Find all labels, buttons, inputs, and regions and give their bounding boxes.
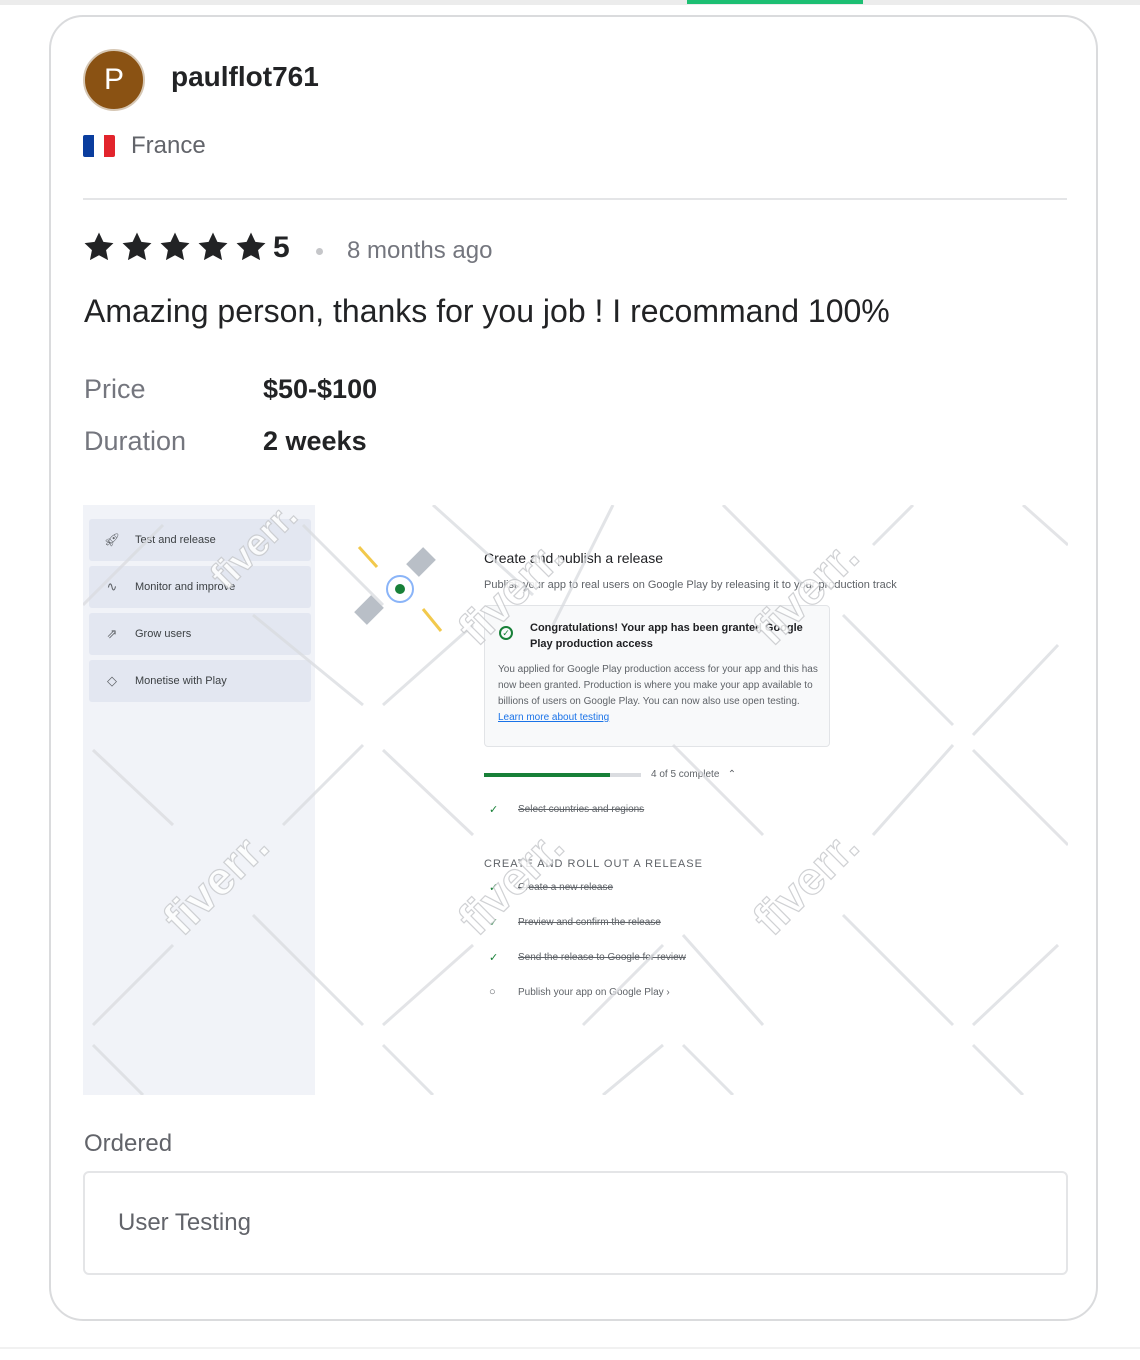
ordered-label: Ordered [84,1130,173,1157]
bottom-divider [0,1347,1140,1349]
separator-dot [316,248,323,255]
congrats-body-text: You applied for Google Play production a… [498,664,818,707]
review-text: Amazing person, thanks for you job ! I r… [84,293,890,329]
rocket-icon: 🚀︎ [103,532,121,547]
divider [83,198,1067,200]
step-label: Publish your app on Google Play › [518,986,670,998]
star-icon [120,230,154,264]
progress-text: 4 of 5 complete ⌃ [651,769,736,780]
console-nav-item: ⇗ Grow users [89,613,311,655]
active-tab-indicator [687,0,863,4]
step-label: Select countries and regions [518,804,645,815]
ordered-service-name: User Testing [118,1209,251,1236]
console-nav-label: Test and release [135,534,216,546]
duration-value: 2 weeks [263,426,367,456]
step-label: Send the release to Google for review [518,952,686,963]
check-icon: ✓ [489,952,499,964]
top-tab-bar [0,0,1140,5]
console-nav-item: ◇ Monetise with Play [89,660,311,702]
chevron-up-icon: ⌃ [722,769,737,780]
console-sidebar: 🚀︎ Test and release ∿ Monitor and improv… [83,505,315,1095]
progress-label: 4 of 5 complete [651,769,720,780]
circle-outline-icon: ○ [489,986,496,998]
checklist-step: ✓ Select countries and regions [489,803,644,816]
console-nav-label: Grow users [135,628,192,640]
progress-bar [484,773,641,777]
checklist-step: ○ Publish your app on Google Play › [489,986,670,998]
ordered-service[interactable]: User Testing [83,1171,1068,1275]
star-icon [158,230,192,264]
satellite-illustration-icon [354,545,443,632]
watermark-text: fiverr. [742,819,869,946]
price-label: Price [84,374,146,404]
congrats-body: You applied for Google Play production a… [498,662,823,726]
progress-fill [484,773,610,777]
step-label: Preview and confirm the release [518,917,661,928]
work-sample-image[interactable]: 🚀︎ Test and release ∿ Monitor and improv… [83,505,1068,1095]
growth-icon: ⇗ [106,626,118,641]
france-flag-icon [83,135,115,157]
star-icon [234,230,268,264]
console-nav-item: ∿ Monitor and improve [89,566,311,608]
checklist-step: ✓ Send the release to Google for review [489,951,686,964]
checklist-step: ✓ Preview and confirm the release [489,916,661,929]
avatar[interactable]: P [83,49,145,111]
check-icon: ✓ [489,804,499,816]
rating-value: 5 [273,231,290,264]
pulse-icon: ∿ [106,579,118,594]
price-value: $50-$100 [263,374,378,404]
learn-more-link: Learn more about testing [498,712,610,723]
review-time: 8 months ago [347,237,493,264]
avatar-initial: P [103,63,124,96]
star-rating [82,230,268,264]
console-nav-label: Monetise with Play [135,675,227,687]
review-card: P paulflot761 France 5 8 months ago Amaz… [49,15,1098,1321]
star-icon [82,230,116,264]
tag-icon: ◇ [107,673,117,688]
star-icon [196,230,230,264]
duration-label: Duration [84,426,187,456]
reviewer-username[interactable]: paulflot761 [171,61,319,93]
reviewer-country: France [131,132,206,159]
